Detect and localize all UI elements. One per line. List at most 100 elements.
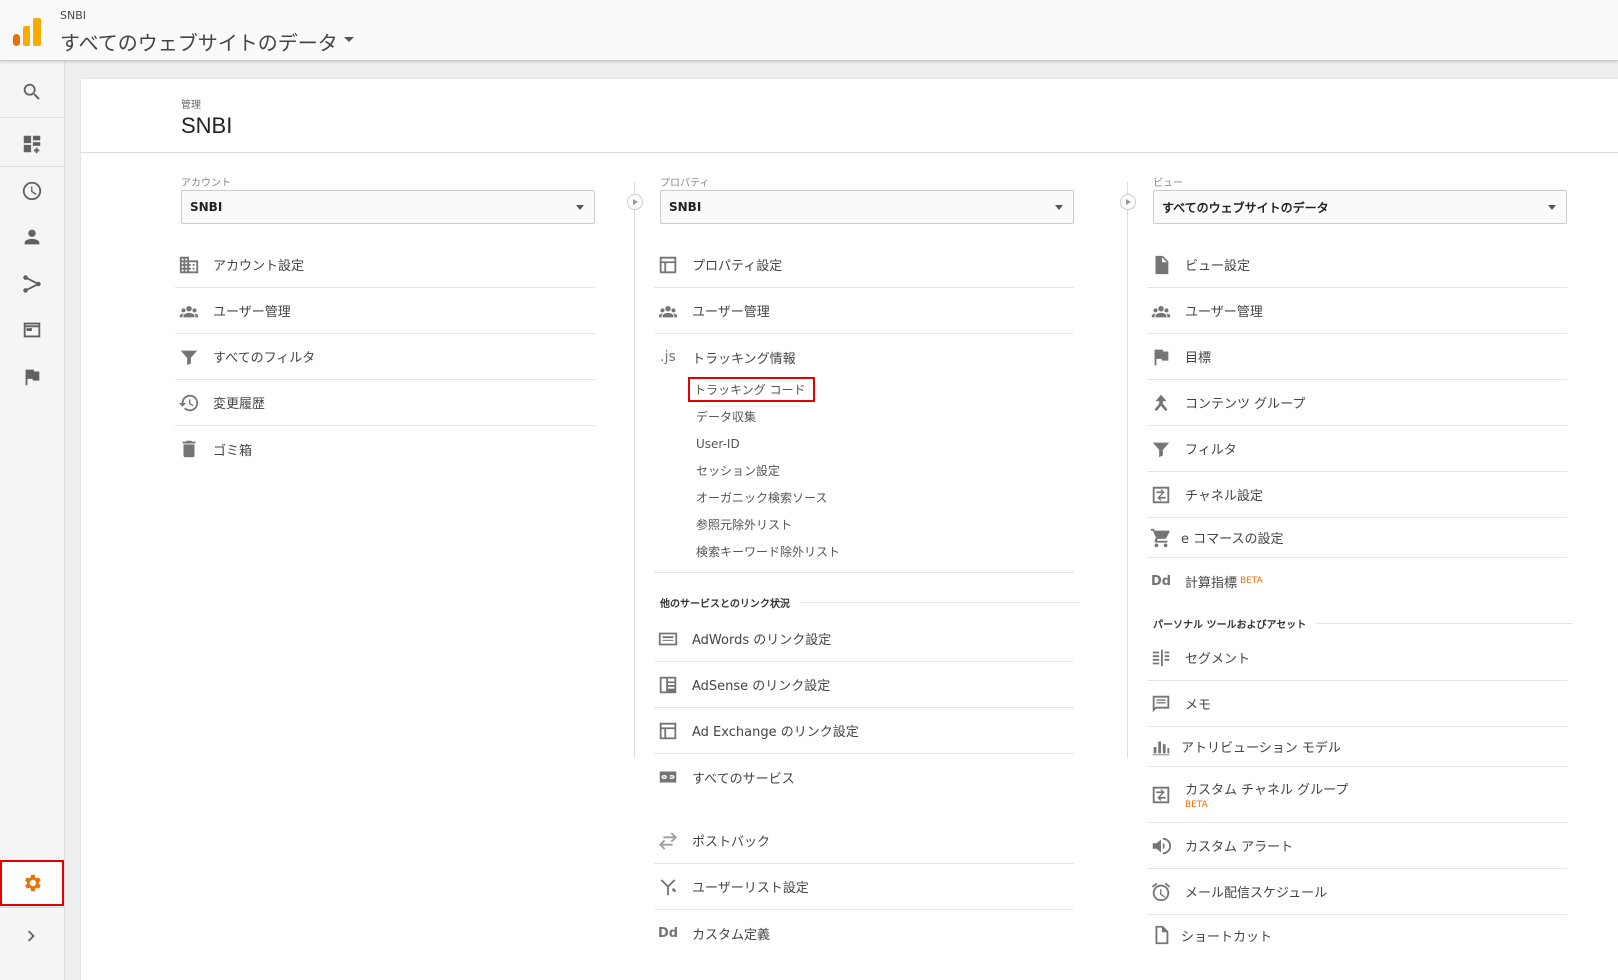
item-label: アトリビューション モデル <box>1181 741 1341 756</box>
postback-item[interactable]: ポストバック <box>654 818 1074 864</box>
behavior-button[interactable] <box>0 307 64 353</box>
audience-button[interactable] <box>0 214 64 260</box>
item-label: メール配信スケジュール <box>1185 886 1328 901</box>
organic-search-sources-item[interactable]: オーガニック検索ソース <box>660 484 1080 511</box>
attribution-models-item[interactable]: アトリビューション モデル <box>1147 727 1567 767</box>
item-label: ポストバック <box>692 835 771 850</box>
session-settings-item[interactable]: セッション設定 <box>660 457 1080 484</box>
view-filters-item[interactable]: フィルタ <box>1147 426 1567 472</box>
chevron-right-icon <box>27 930 35 942</box>
change-history-item[interactable]: 変更履歴 <box>175 380 595 426</box>
clock-icon <box>22 181 42 201</box>
trash-item[interactable]: ゴミ箱 <box>175 426 595 472</box>
item-label: Ad Exchange のリンク設定 <box>692 725 859 740</box>
channel-icon <box>1149 483 1173 507</box>
referral-exclusion-item[interactable]: 参照元除外リスト <box>660 511 1080 538</box>
item-label: ショートカット <box>1181 929 1273 945</box>
comment-icon <box>1149 692 1173 716</box>
all-filters-item[interactable]: すべてのフィルタ <box>175 334 595 380</box>
segments-item[interactable]: セグメント <box>1147 635 1567 681</box>
user-list-icon <box>656 875 680 899</box>
view-column: ビュー すべてのウェブサイトのデータ ビュー設定 ユーザー管理 目標 コンテンツ… <box>1147 174 1573 955</box>
user-id-item[interactable]: User-ID <box>660 430 1080 457</box>
item-label: チャネル設定 <box>1185 489 1263 504</box>
customization-button[interactable] <box>0 121 64 167</box>
ad-exchange-icon <box>656 719 680 743</box>
segment-icon <box>1149 646 1173 670</box>
property-settings-item[interactable]: プロパティ設定 <box>654 242 1074 288</box>
tracking-code-item[interactable]: トラッキング コード <box>660 376 1080 403</box>
link-icon <box>656 765 680 789</box>
shortcuts-item[interactable]: ショートカット <box>1147 915 1567 955</box>
file-icon <box>1149 923 1173 947</box>
view-select[interactable]: すべてのウェブサイトのデータ <box>1153 190 1567 224</box>
view-settings-item[interactable]: ビュー設定 <box>1147 242 1567 288</box>
property-select[interactable]: SNBI <box>660 190 1074 224</box>
item-label: カスタム定義 <box>692 927 771 943</box>
item-label: ユーザー管理 <box>1185 305 1263 320</box>
property-label: プロパティ <box>660 178 710 189</box>
view-selector[interactable]: すべてのウェブサイトのデータ <box>60 27 354 56</box>
panel-header: 管理 SNBI <box>81 79 1618 153</box>
column-divider <box>634 182 635 758</box>
search-button[interactable] <box>0 69 64 115</box>
dd-icon: Dd <box>657 925 679 941</box>
js-icon: .js <box>660 349 676 365</box>
admin-panel: 管理 SNBI アカウント SNBI アカウント設定 ユーザー管理 すべてのフィ… <box>81 79 1618 980</box>
property-user-management-item[interactable]: ユーザー管理 <box>654 288 1074 334</box>
postback-icon <box>656 829 680 853</box>
channel-icon <box>1149 783 1173 807</box>
nav-divider <box>0 907 64 908</box>
channel-settings-item[interactable]: チャネル設定 <box>1147 472 1567 518</box>
realtime-button[interactable] <box>0 168 64 214</box>
item-label: ユーザーリスト設定 <box>692 881 809 896</box>
item-label: すべてのサービス <box>692 771 795 787</box>
custom-definitions-item[interactable]: Dd カスタム定義 <box>654 910 1074 956</box>
item-label: 計算指標 <box>1185 575 1238 591</box>
dashboard-add-icon <box>23 135 41 154</box>
beta-badge: BETA <box>1185 800 1208 810</box>
acquisition-icon <box>23 275 41 293</box>
custom-channel-groups-item[interactable]: カスタム チャネル グループ BETA <box>1147 767 1567 823</box>
adwords-link-item[interactable]: AdWords のリンク設定 <box>654 616 1074 662</box>
scheduled-emails-item[interactable]: メール配信スケジュール <box>1147 869 1567 915</box>
property-column: プロパティ SNBI プロパティ設定 ユーザー管理 .js トラッキング情報 ト… <box>654 174 1080 956</box>
account-settings-item[interactable]: アカウント設定 <box>175 242 595 288</box>
browser-icon <box>23 322 41 338</box>
expand-nav-button[interactable] <box>0 913 64 959</box>
all-services-item[interactable]: すべてのサービス <box>654 754 1074 800</box>
custom-alerts-item[interactable]: カスタム アラート <box>1147 823 1567 869</box>
acquisition-button[interactable] <box>0 261 64 307</box>
item-label: ゴミ箱 <box>213 443 253 459</box>
adsense-icon <box>656 673 680 697</box>
item-label: ビュー設定 <box>1185 259 1251 274</box>
users-icon <box>1149 299 1173 323</box>
breadcrumb: 管理 <box>181 100 201 111</box>
content-grouping-item[interactable]: コンテンツ グループ <box>1147 380 1567 426</box>
nav-divider <box>0 166 64 167</box>
calculated-metrics-item[interactable]: Dd 計算指標 BETA <box>1147 558 1567 604</box>
item-label-group: カスタム チャネル グループ BETA <box>1185 779 1348 810</box>
search-term-exclusion-item[interactable]: 検索キーワード除外リスト <box>660 538 1080 565</box>
data-collection-item[interactable]: データ収集 <box>660 403 1080 430</box>
user-list-settings-item[interactable]: ユーザーリスト設定 <box>654 864 1074 910</box>
arrow-right-icon <box>1120 194 1136 210</box>
item-label: フィルタ <box>1185 443 1237 458</box>
account-user-management-item[interactable]: ユーザー管理 <box>175 288 595 334</box>
analytics-logo-icon[interactable] <box>13 18 41 46</box>
property-select-value: SNBI <box>669 200 702 214</box>
flag-icon <box>1149 345 1173 369</box>
admin-button[interactable] <box>0 860 64 906</box>
annotations-item[interactable]: メモ <box>1147 681 1567 727</box>
goals-item[interactable]: 目標 <box>1147 334 1567 380</box>
tracking-info-item[interactable]: .js トラッキング情報 <box>654 334 1074 380</box>
adsense-link-item[interactable]: AdSense のリンク設定 <box>654 662 1074 708</box>
caret-down-icon <box>343 37 354 42</box>
ecommerce-settings-item[interactable]: e コマースの設定 <box>1147 518 1567 558</box>
conversions-button[interactable] <box>0 354 64 400</box>
ad-exchange-link-item[interactable]: Ad Exchange のリンク設定 <box>654 708 1074 754</box>
account-select[interactable]: SNBI <box>181 190 595 224</box>
view-user-management-item[interactable]: ユーザー管理 <box>1147 288 1567 334</box>
item-label: セグメント <box>1185 652 1251 667</box>
item-label: AdSense のリンク設定 <box>692 679 831 694</box>
